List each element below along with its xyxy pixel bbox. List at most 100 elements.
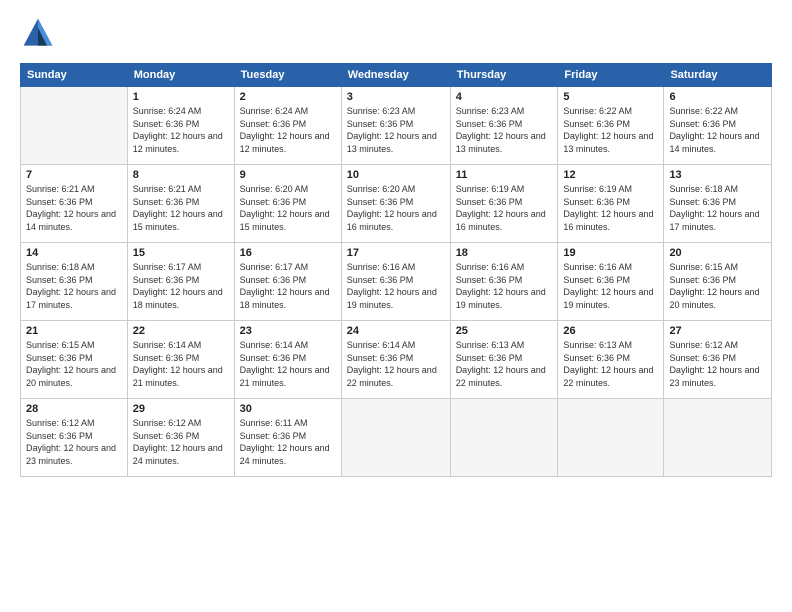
day-info: Sunrise: 6:15 AMSunset: 6:36 PMDaylight:… xyxy=(669,261,766,311)
day-number: 6 xyxy=(669,91,766,103)
calendar-cell xyxy=(558,399,664,477)
day-info: Sunrise: 6:22 AMSunset: 6:36 PMDaylight:… xyxy=(669,105,766,155)
calendar-cell: 1Sunrise: 6:24 AMSunset: 6:36 PMDaylight… xyxy=(127,87,234,165)
day-info: Sunrise: 6:13 AMSunset: 6:36 PMDaylight:… xyxy=(563,339,658,389)
calendar-cell: 22 Sunrise: 6:14 AMSunset: 6:36 PMDayligh… xyxy=(127,321,234,399)
day-number: 26 xyxy=(563,325,658,337)
calendar-week-row: 28 Sunrise: 6:12 AMSunset: 6:36 PMDayligh… xyxy=(21,399,772,477)
calendar-cell: 29 Sunrise: 6:12 AMSunset: 6:36 PMDayligh… xyxy=(127,399,234,477)
day-info: Sunrise: 6:20 AMSunset: 6:36 PMDaylight:… xyxy=(240,183,336,233)
calendar-cell: 16 Sunrise: 6:17 AMSunset: 6:36 PMDayligh… xyxy=(234,243,341,321)
calendar-week-row: 7 Sunrise: 6:21 AMSunset: 6:36 PMDaylight… xyxy=(21,165,772,243)
calendar-cell: 14 Sunrise: 6:18 AMSunset: 6:36 PMDayligh… xyxy=(21,243,128,321)
day-info: Sunrise: 6:17 AMSunset: 6:36 PMDaylight:… xyxy=(240,261,336,311)
day-info: Sunrise: 6:14 AMSunset: 6:36 PMDaylight:… xyxy=(240,339,336,389)
calendar-cell: 3Sunrise: 6:23 AMSunset: 6:36 PMDaylight… xyxy=(341,87,450,165)
day-number: 11 xyxy=(456,169,553,181)
day-number: 7 xyxy=(26,169,122,181)
day-number: 3 xyxy=(347,91,445,103)
calendar-cell xyxy=(450,399,558,477)
calendar-header-sunday: Sunday xyxy=(21,64,128,87)
day-info: Sunrise: 6:19 AMSunset: 6:36 PMDaylight:… xyxy=(563,183,658,233)
day-info: Sunrise: 6:24 AMSunset: 6:36 PMDaylight:… xyxy=(133,105,229,155)
day-number: 16 xyxy=(240,247,336,259)
calendar-cell xyxy=(341,399,450,477)
day-number: 23 xyxy=(240,325,336,337)
calendar: SundayMondayTuesdayWednesdayThursdayFrid… xyxy=(20,63,772,477)
day-info: Sunrise: 6:16 AMSunset: 6:36 PMDaylight:… xyxy=(456,261,553,311)
day-info: Sunrise: 6:11 AMSunset: 6:36 PMDaylight:… xyxy=(240,417,336,467)
calendar-cell: 4Sunrise: 6:23 AMSunset: 6:36 PMDaylight… xyxy=(450,87,558,165)
calendar-cell: 5 Sunrise: 6:22 AMSunset: 6:36 PMDaylight… xyxy=(558,87,664,165)
calendar-cell: 26 Sunrise: 6:13 AMSunset: 6:36 PMDayligh… xyxy=(558,321,664,399)
day-number: 2 xyxy=(240,91,336,103)
day-number: 12 xyxy=(563,169,658,181)
calendar-cell: 10 Sunrise: 6:20 AMSunset: 6:36 PMDayligh… xyxy=(341,165,450,243)
calendar-cell xyxy=(664,399,772,477)
day-number: 24 xyxy=(347,325,445,337)
day-number: 10 xyxy=(347,169,445,181)
calendar-cell: 11 Sunrise: 6:19 AMSunset: 6:36 PMDayligh… xyxy=(450,165,558,243)
day-info: Sunrise: 6:14 AMSunset: 6:36 PMDaylight:… xyxy=(347,339,445,389)
day-number: 30 xyxy=(240,403,336,415)
day-number: 22 xyxy=(133,325,229,337)
calendar-cell: 25 Sunrise: 6:13 AMSunset: 6:36 PMDayligh… xyxy=(450,321,558,399)
calendar-cell: 28 Sunrise: 6:12 AMSunset: 6:36 PMDayligh… xyxy=(21,399,128,477)
day-info: Sunrise: 6:17 AMSunset: 6:36 PMDaylight:… xyxy=(133,261,229,311)
day-info: Sunrise: 6:12 AMSunset: 6:36 PMDaylight:… xyxy=(26,417,122,467)
day-info: Sunrise: 6:18 AMSunset: 6:36 PMDaylight:… xyxy=(26,261,122,311)
calendar-cell: 12 Sunrise: 6:19 AMSunset: 6:36 PMDayligh… xyxy=(558,165,664,243)
day-info: Sunrise: 6:12 AMSunset: 6:36 PMDaylight:… xyxy=(669,339,766,389)
calendar-cell: 27Sunrise: 6:12 AMSunset: 6:36 PMDayligh… xyxy=(664,321,772,399)
calendar-cell: 20 Sunrise: 6:15 AMSunset: 6:36 PMDayligh… xyxy=(664,243,772,321)
calendar-cell xyxy=(21,87,128,165)
calendar-header-monday: Monday xyxy=(127,64,234,87)
calendar-cell: 23 Sunrise: 6:14 AMSunset: 6:36 PMDayligh… xyxy=(234,321,341,399)
day-number: 29 xyxy=(133,403,229,415)
calendar-week-row: 21 Sunrise: 6:15 AMSunset: 6:36 PMDayligh… xyxy=(21,321,772,399)
calendar-cell: 17 Sunrise: 6:16 AMSunset: 6:36 PMDayligh… xyxy=(341,243,450,321)
calendar-cell: 8 Sunrise: 6:21 AMSunset: 6:36 PMDaylight… xyxy=(127,165,234,243)
day-number: 28 xyxy=(26,403,122,415)
calendar-cell: 15 Sunrise: 6:17 AMSunset: 6:36 PMDayligh… xyxy=(127,243,234,321)
logo-icon xyxy=(20,15,56,51)
day-number: 17 xyxy=(347,247,445,259)
day-info: Sunrise: 6:20 AMSunset: 6:36 PMDaylight:… xyxy=(347,183,445,233)
day-info: Sunrise: 6:24 AMSunset: 6:36 PMDaylight:… xyxy=(240,105,336,155)
day-number: 18 xyxy=(456,247,553,259)
calendar-header-tuesday: Tuesday xyxy=(234,64,341,87)
day-info: Sunrise: 6:21 AMSunset: 6:36 PMDaylight:… xyxy=(26,183,122,233)
calendar-cell: 21 Sunrise: 6:15 AMSunset: 6:36 PMDayligh… xyxy=(21,321,128,399)
day-number: 4 xyxy=(456,91,553,103)
calendar-week-row: 1Sunrise: 6:24 AMSunset: 6:36 PMDaylight… xyxy=(21,87,772,165)
day-number: 5 xyxy=(563,91,658,103)
day-info: Sunrise: 6:22 AMSunset: 6:36 PMDaylight:… xyxy=(563,105,658,155)
day-info: Sunrise: 6:16 AMSunset: 6:36 PMDaylight:… xyxy=(347,261,445,311)
day-info: Sunrise: 6:13 AMSunset: 6:36 PMDaylight:… xyxy=(456,339,553,389)
day-number: 13 xyxy=(669,169,766,181)
day-number: 14 xyxy=(26,247,122,259)
calendar-cell: 7 Sunrise: 6:21 AMSunset: 6:36 PMDaylight… xyxy=(21,165,128,243)
day-number: 8 xyxy=(133,169,229,181)
day-number: 9 xyxy=(240,169,336,181)
day-number: 20 xyxy=(669,247,766,259)
calendar-header-saturday: Saturday xyxy=(664,64,772,87)
day-number: 21 xyxy=(26,325,122,337)
day-info: Sunrise: 6:21 AMSunset: 6:36 PMDaylight:… xyxy=(133,183,229,233)
logo xyxy=(20,15,60,51)
day-number: 19 xyxy=(563,247,658,259)
day-number: 25 xyxy=(456,325,553,337)
calendar-cell: 9 Sunrise: 6:20 AMSunset: 6:36 PMDaylight… xyxy=(234,165,341,243)
calendar-week-row: 14 Sunrise: 6:18 AMSunset: 6:36 PMDayligh… xyxy=(21,243,772,321)
calendar-cell: 30 Sunrise: 6:11 AMSunset: 6:36 PMDayligh… xyxy=(234,399,341,477)
day-number: 15 xyxy=(133,247,229,259)
day-info: Sunrise: 6:15 AMSunset: 6:36 PMDaylight:… xyxy=(26,339,122,389)
day-info: Sunrise: 6:14 AMSunset: 6:36 PMDaylight:… xyxy=(133,339,229,389)
calendar-cell: 2 Sunrise: 6:24 AMSunset: 6:36 PMDaylight… xyxy=(234,87,341,165)
day-info: Sunrise: 6:16 AMSunset: 6:36 PMDaylight:… xyxy=(563,261,658,311)
day-info: Sunrise: 6:19 AMSunset: 6:36 PMDaylight:… xyxy=(456,183,553,233)
calendar-cell: 6 Sunrise: 6:22 AMSunset: 6:36 PMDaylight… xyxy=(664,87,772,165)
calendar-cell: 18 Sunrise: 6:16 AMSunset: 6:36 PMDayligh… xyxy=(450,243,558,321)
calendar-header-wednesday: Wednesday xyxy=(341,64,450,87)
day-info: Sunrise: 6:12 AMSunset: 6:36 PMDaylight:… xyxy=(133,417,229,467)
